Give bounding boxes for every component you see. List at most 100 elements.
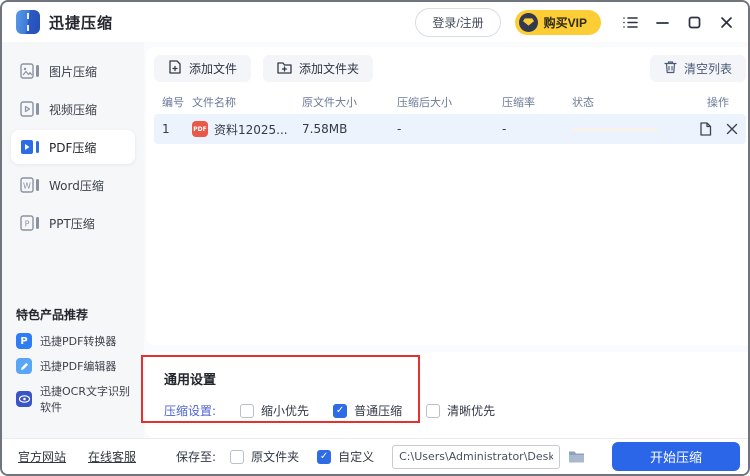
product-label: 迅捷PDF转换器 bbox=[40, 335, 117, 348]
size-priority-checkbox[interactable]: ✓ bbox=[240, 403, 255, 418]
pdf-converter-icon: P bbox=[16, 333, 32, 349]
row-filename: 资料12025... bbox=[214, 122, 288, 137]
sidebar-item-label: PPT压缩 bbox=[49, 216, 95, 231]
option-clarity-priority[interactable]: ✓ 清晰优先 bbox=[426, 402, 495, 419]
vip-gem-icon bbox=[518, 12, 538, 32]
row-number: 1 bbox=[162, 122, 170, 136]
product-pdf-converter[interactable]: P 迅捷PDF转换器 bbox=[16, 333, 130, 349]
browse-folder-icon[interactable] bbox=[568, 450, 585, 464]
option-normal-compress[interactable]: ✓ 普通压缩 bbox=[333, 402, 402, 419]
compression-settings-row: 压缩设置: ✓ 缩小优先 ✓ 普通压缩 ✓ 清晰优先 bbox=[164, 402, 736, 419]
product-label: 迅捷OCR文字识别软件 bbox=[40, 385, 130, 414]
trash-icon bbox=[664, 60, 677, 77]
option-label: 自定义 bbox=[338, 450, 375, 464]
featured-products-title: 特色产品推荐 bbox=[16, 308, 89, 322]
option-label: 清晰优先 bbox=[447, 404, 496, 418]
header-filename: 文件名称 bbox=[192, 96, 236, 109]
sidebar-item-pdf-compress[interactable]: PDF压缩 bbox=[11, 130, 135, 164]
sidebar-item-ppt-compress[interactable]: P PPT压缩 bbox=[11, 206, 135, 240]
header-no: 编号 bbox=[162, 96, 184, 109]
original-folder-checkbox[interactable]: ✓ bbox=[230, 449, 245, 464]
header-compressed-size: 压缩后大小 bbox=[397, 96, 452, 109]
login-register-button[interactable]: 登录/注册 bbox=[415, 7, 501, 37]
table-header: 编号 文件名称 原文件大小 压缩后大小 压缩率 状态 操作 bbox=[154, 90, 746, 114]
option-original-folder[interactable]: ✓ 原文件夹 bbox=[230, 448, 299, 465]
header-ratio: 压缩率 bbox=[502, 96, 535, 109]
svg-text:W: W bbox=[23, 182, 31, 191]
clarity-priority-checkbox[interactable]: ✓ bbox=[426, 403, 441, 418]
app-logo-icon bbox=[16, 10, 40, 34]
row-status-cell bbox=[572, 127, 690, 131]
ocr-icon bbox=[16, 391, 32, 407]
online-support-link[interactable]: 在线客服 bbox=[88, 448, 136, 465]
general-settings-title: 通用设置 bbox=[164, 373, 217, 388]
clear-list-label: 清空列表 bbox=[683, 62, 732, 76]
title-bar: 迅捷压缩 登录/注册 购买VIP bbox=[2, 2, 748, 42]
row-ratio: - bbox=[502, 122, 507, 136]
clear-list-button[interactable]: 清空列表 bbox=[649, 55, 746, 82]
vip-label: 购买VIP bbox=[543, 15, 587, 30]
save-path-input[interactable] bbox=[392, 444, 561, 469]
option-label: 缩小优先 bbox=[261, 404, 310, 418]
pdf-editor-icon bbox=[16, 358, 32, 374]
sidebar-item-label: 图片压缩 bbox=[49, 64, 98, 79]
add-file-label: 添加文件 bbox=[189, 62, 238, 76]
footer-bar: 官方网站 在线客服 保存至: ✓ 原文件夹 ✓ 自定义 开始压缩 bbox=[2, 438, 748, 474]
maximize-icon[interactable] bbox=[687, 15, 702, 30]
official-website-link[interactable]: 官方网站 bbox=[18, 448, 66, 465]
sidebar-item-label: Word压缩 bbox=[49, 178, 104, 193]
option-label: 普通压缩 bbox=[354, 404, 403, 418]
main-area: 添加文件 添加文件夹 清空列表 编号 文件名称 原文件大小 压缩后大小 压缩率 … bbox=[144, 42, 748, 438]
product-label: 迅捷PDF编辑器 bbox=[40, 360, 117, 373]
add-folder-button[interactable]: 添加文件夹 bbox=[263, 55, 374, 82]
pdf-compress-icon bbox=[20, 138, 40, 156]
header-actions: 操作 bbox=[707, 96, 729, 109]
ppt-compress-icon: P bbox=[20, 214, 40, 232]
window-controls bbox=[623, 15, 734, 30]
remove-file-icon[interactable] bbox=[726, 123, 738, 135]
sidebar-item-label: 视频压缩 bbox=[49, 102, 98, 117]
option-label: 原文件夹 bbox=[251, 450, 300, 464]
option-custom-folder[interactable]: ✓ 自定义 bbox=[317, 448, 374, 465]
sidebar-item-word-compress[interactable]: W Word压缩 bbox=[11, 168, 135, 202]
add-folder-icon bbox=[277, 61, 292, 77]
compression-settings-label: 压缩设置: bbox=[164, 404, 217, 418]
add-folder-label: 添加文件夹 bbox=[299, 62, 360, 76]
add-file-button[interactable]: 添加文件 bbox=[154, 55, 252, 82]
start-compress-button[interactable]: 开始压缩 bbox=[612, 442, 740, 471]
app-title: 迅捷压缩 bbox=[49, 13, 114, 32]
close-icon[interactable] bbox=[719, 15, 734, 30]
minimize-icon[interactable] bbox=[655, 15, 670, 30]
header-original-size: 原文件大小 bbox=[302, 96, 357, 109]
status-progress-bar bbox=[572, 127, 658, 131]
table-row[interactable]: 1 PDF 资料12025... 7.58MB - - bbox=[154, 114, 746, 144]
open-file-icon[interactable] bbox=[699, 122, 712, 136]
product-pdf-editor[interactable]: 迅捷PDF编辑器 bbox=[16, 358, 130, 374]
image-compress-icon bbox=[20, 62, 40, 80]
option-size-priority[interactable]: ✓ 缩小优先 bbox=[240, 402, 309, 419]
product-ocr-software[interactable]: 迅捷OCR文字识别软件 bbox=[16, 383, 130, 415]
normal-compress-checkbox[interactable]: ✓ bbox=[333, 403, 348, 418]
save-to-label: 保存至: bbox=[176, 450, 217, 464]
featured-products: 特色产品推荐 P 迅捷PDF转换器 迅捷PDF编辑器 迅捷OCR文字识别软件 bbox=[2, 306, 144, 428]
custom-folder-checkbox[interactable]: ✓ bbox=[317, 449, 332, 464]
file-list-panel: 添加文件 添加文件夹 清空列表 编号 文件名称 原文件大小 压缩后大小 压缩率 … bbox=[146, 47, 748, 345]
video-compress-icon bbox=[20, 100, 40, 118]
svg-text:P: P bbox=[25, 220, 30, 229]
pdf-file-icon: PDF bbox=[192, 121, 208, 137]
sidebar-item-video-compress[interactable]: 视频压缩 bbox=[11, 92, 135, 126]
app-body: 图片压缩 视频压缩 PDF压缩 W Word压缩 P PPT压缩 特色产品推荐 … bbox=[2, 42, 748, 438]
file-toolbar: 添加文件 添加文件夹 清空列表 bbox=[154, 55, 746, 82]
add-file-icon bbox=[168, 60, 182, 77]
sidebar-item-image-compress[interactable]: 图片压缩 bbox=[11, 54, 135, 88]
buy-vip-button[interactable]: 购买VIP bbox=[514, 9, 601, 35]
sidebar-item-label: PDF压缩 bbox=[49, 140, 97, 155]
menu-icon[interactable] bbox=[623, 15, 638, 30]
word-compress-icon: W bbox=[20, 176, 40, 194]
app-window: 迅捷压缩 登录/注册 购买VIP 图片压缩 视频压缩 PDF压缩 W Word压… bbox=[0, 0, 750, 476]
general-settings-panel: 通用设置 压缩设置: ✓ 缩小优先 ✓ 普通压缩 ✓ 清晰优先 bbox=[146, 352, 748, 438]
titlebar-actions: 登录/注册 购买VIP bbox=[415, 7, 734, 37]
row-compressed-size: - bbox=[397, 122, 402, 136]
row-actions bbox=[690, 122, 746, 136]
row-filename-cell: PDF 资料12025... bbox=[192, 121, 302, 138]
